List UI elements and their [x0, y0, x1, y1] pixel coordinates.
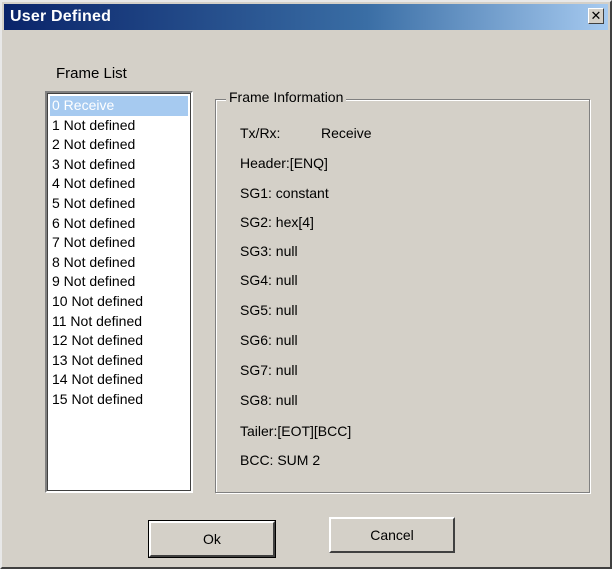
sg7-info: SG7: null	[240, 362, 298, 378]
frame-information-legend: Frame Information	[226, 88, 347, 106]
frame-list-label: Frame List	[56, 65, 127, 82]
sg1-info: SG1: constant	[240, 185, 329, 201]
bcc-info: BCC: SUM 2	[240, 452, 321, 468]
frame-list-item[interactable]: 10 Not defined	[50, 292, 188, 312]
user-defined-dialog: User Defined ✕ Frame List 0 Receive 1 Not…	[0, 0, 612, 569]
sg3-info: SG3: null	[240, 243, 298, 259]
cancel-button[interactable]: Cancel	[329, 517, 455, 553]
sg4-info: SG4: null	[240, 272, 298, 288]
tailer-info: Tailer:[EOT][BCC]	[240, 423, 352, 439]
header-info: Header:[ENQ]	[240, 155, 328, 171]
ok-button[interactable]: Ok	[148, 520, 276, 558]
frame-list-item[interactable]: 9 Not defined	[50, 272, 188, 292]
frame-list-item[interactable]: 3 Not defined	[50, 155, 188, 175]
frame-list[interactable]: 0 Receive 1 Not defined 2 Not defined 3 Not…	[45, 91, 193, 493]
txrx-label: Tx/Rx:	[240, 125, 281, 141]
frame-list-item[interactable]: 6 Not defined	[50, 214, 188, 234]
txrx-value: Receive	[321, 125, 372, 141]
window-title: User Defined	[10, 8, 112, 25]
frame-list-item[interactable]: 4 Not defined	[50, 174, 188, 194]
frame-list-item[interactable]: 15 Not defined	[50, 390, 188, 410]
close-icon: ✕	[590, 8, 602, 23]
title-bar[interactable]: User Defined ✕	[4, 4, 608, 30]
frame-list-item[interactable]: 11 Not defined	[50, 312, 188, 332]
frame-list-item[interactable]: 12 Not defined	[50, 331, 188, 351]
frame-list-item[interactable]: 14 Not defined	[50, 370, 188, 390]
frame-list-item[interactable]: 7 Not defined	[50, 233, 188, 253]
frame-list-item[interactable]: 5 Not defined	[50, 194, 188, 214]
frame-list-item[interactable]: 13 Not defined	[50, 351, 188, 371]
sg6-info: SG6: null	[240, 332, 298, 348]
close-button[interactable]: ✕	[588, 8, 604, 24]
sg8-info: SG8: null	[240, 392, 298, 408]
frame-list-item[interactable]: 8 Not defined	[50, 253, 188, 273]
frame-list-item[interactable]: 1 Not defined	[50, 116, 188, 136]
sg5-info: SG5: null	[240, 302, 298, 318]
frame-list-item[interactable]: 0 Receive	[50, 96, 188, 116]
frame-list-item[interactable]: 2 Not defined	[50, 135, 188, 155]
sg2-info: SG2: hex[4]	[240, 214, 314, 230]
frame-list-items: 0 Receive 1 Not defined 2 Not defined 3 Not…	[50, 96, 188, 410]
